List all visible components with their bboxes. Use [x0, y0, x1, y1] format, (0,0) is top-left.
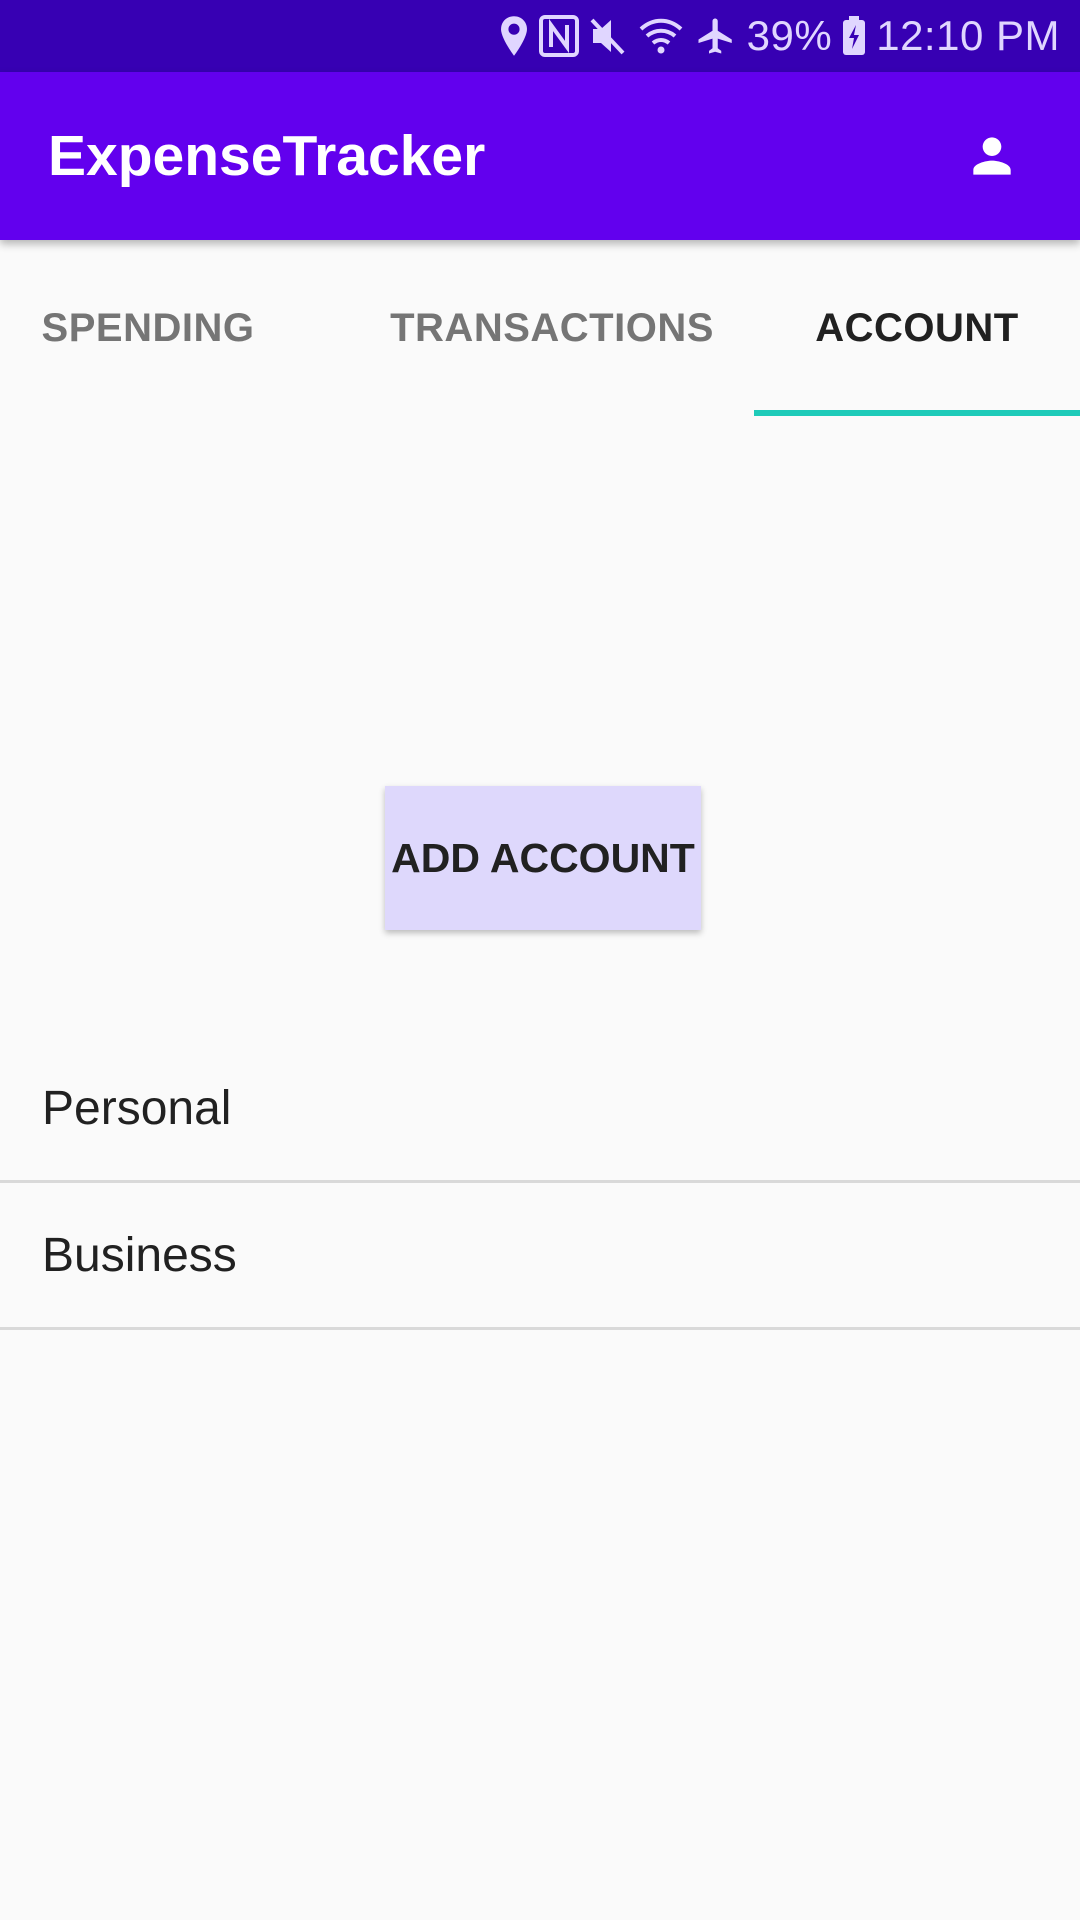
wifi-icon [637, 0, 685, 72]
app-title: ExpenseTracker [48, 124, 486, 188]
profile-button[interactable] [944, 108, 1040, 204]
app-bar: ExpenseTracker [0, 72, 1080, 240]
add-account-button[interactable]: ADD ACCOUNT [385, 786, 701, 930]
battery-percent: 39% [746, 12, 833, 59]
airplane-icon [695, 0, 737, 72]
mute-icon [589, 0, 627, 72]
account-list: Personal Business [0, 1036, 1080, 1330]
nfc-icon [538, 0, 579, 72]
tab-spending[interactable]: SPENDING [0, 240, 296, 416]
list-item-business[interactable]: Business [0, 1183, 1080, 1330]
status-bar: 39% 12:10 PM [0, 0, 1080, 72]
tab-transactions[interactable]: TRANSACTIONS [296, 240, 808, 416]
list-item-personal[interactable]: Personal [0, 1036, 1080, 1183]
tab-account[interactable]: ACCOUNT [754, 240, 1080, 416]
battery-charging-icon [842, 0, 866, 72]
tab-bar: SPENDING TRANSACTIONS ACCOUNT [0, 240, 1080, 416]
person-icon [973, 137, 1011, 175]
clock: 12:10 PM [876, 12, 1060, 59]
location-icon [499, 0, 529, 72]
tab-indicator [754, 410, 1080, 416]
